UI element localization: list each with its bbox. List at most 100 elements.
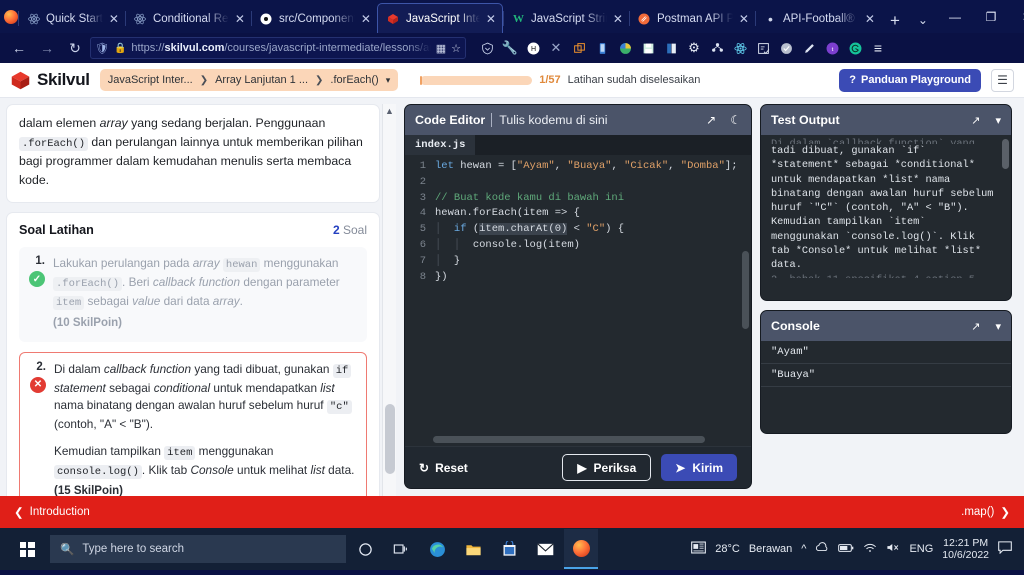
prev-lesson-label: Introduction — [29, 506, 90, 518]
clock[interactable]: 12:21 PM 10/6/2022 — [942, 537, 989, 561]
browser-tab-4[interactable]: W JavaScript String c ✕ — [502, 4, 629, 33]
save-icon[interactable] — [637, 37, 659, 59]
maximize-icon[interactable]: ❐ — [973, 0, 1009, 33]
mobile-icon[interactable] — [591, 37, 613, 59]
shield-icon[interactable]: 🛡 — [95, 42, 109, 55]
progress-bar — [420, 75, 533, 85]
generic-icon: • — [768, 10, 773, 27]
check-icon[interactable] — [775, 37, 797, 59]
people-icon[interactable] — [706, 37, 728, 59]
breadcrumb-item-0[interactable]: JavaScript Inter... — [108, 74, 193, 86]
periksa-button[interactable]: ▶ Periksa — [562, 454, 652, 481]
kirim-button[interactable]: ➤ Kirim — [661, 454, 737, 481]
chevron-down-icon[interactable]: ▾ — [995, 114, 1001, 127]
panduan-playground-button[interactable]: ? Panduan Playground — [839, 68, 981, 92]
window-icon[interactable] — [568, 37, 590, 59]
language-indicator[interactable]: ENG — [909, 543, 933, 555]
pen-icon[interactable] — [798, 37, 820, 59]
close-icon[interactable]: ✕ — [1009, 0, 1024, 33]
forward-icon[interactable]: → — [34, 36, 60, 60]
address-bar[interactable]: 🛡 🔒 https://skilvul.com/courses/javascri… — [90, 37, 466, 59]
app-menu-icon[interactable]: ≡ — [867, 37, 889, 59]
react-icon — [27, 12, 40, 25]
tab-close-icon[interactable]: ✕ — [109, 13, 119, 25]
notification-icon[interactable] — [998, 541, 1012, 557]
lesson-panel-scrollbar[interactable]: ▲ ▼ — [382, 104, 396, 508]
tab-close-icon[interactable]: ✕ — [865, 13, 875, 25]
list-all-tabs-button[interactable]: ⌄ — [909, 14, 937, 33]
form-icon[interactable] — [752, 37, 774, 59]
start-button[interactable] — [6, 528, 48, 570]
chevron-down-icon[interactable]: ▾ — [995, 320, 1001, 333]
wrench-icon[interactable]: 🔧 — [499, 37, 521, 59]
tab-close-icon[interactable]: ✕ — [361, 13, 371, 25]
test-output-scrollbar[interactable] — [1002, 139, 1009, 169]
file-tab-index-js[interactable]: index.js — [405, 135, 476, 155]
minimize-icon[interactable]: — — [937, 0, 973, 33]
edge-icon[interactable] — [420, 529, 454, 569]
code-horizontal-scrollbar[interactable] — [433, 436, 705, 443]
chevron-up-icon[interactable]: ^ — [801, 543, 806, 555]
tumblr-icon[interactable]: t — [821, 37, 843, 59]
bookmark-star-icon[interactable]: ☆ — [451, 42, 461, 55]
browser-tab-5[interactable]: Postman API Platf ✕ — [628, 4, 755, 33]
test-output-body[interactable]: Di dalam `callback function` yang tadi d… — [761, 135, 1011, 300]
wifi-icon[interactable] — [863, 542, 877, 556]
chevron-down-icon[interactable]: ▾ — [386, 75, 391, 86]
moon-icon[interactable]: ☾ — [730, 113, 741, 127]
file-explorer-icon[interactable] — [456, 529, 490, 569]
reset-button[interactable]: ↻ Reset — [419, 461, 468, 475]
new-tab-button[interactable]: + — [881, 12, 909, 33]
system-tray: 28°C Berawan ^ ENG 12:21 PM 10/6/2022 — [691, 537, 1018, 561]
grammarly-icon[interactable] — [844, 37, 866, 59]
tab-close-icon[interactable]: ✕ — [739, 13, 749, 25]
tab-close-icon[interactable]: ✕ — [486, 13, 496, 25]
expand-icon[interactable]: ↗ — [971, 320, 980, 333]
back-icon[interactable]: ← — [6, 36, 32, 60]
question-number: 1. — [35, 255, 45, 268]
prev-lesson-button[interactable]: ❮ Introduction — [14, 505, 90, 519]
code-vertical-scrollbar[interactable] — [742, 251, 749, 329]
browser-tab-3[interactable]: JavaScript Interme ✕ — [376, 3, 503, 33]
scroll-up-icon[interactable]: ▲ — [383, 104, 396, 118]
next-lesson-button[interactable]: .map() ❯ — [961, 505, 1010, 519]
scrollbar-thumb[interactable] — [385, 404, 395, 474]
book-icon[interactable] — [660, 37, 682, 59]
browser-tab-0[interactable]: Quick Start ✕ — [18, 4, 125, 33]
reload-icon[interactable]: ↻ — [62, 36, 88, 60]
battery-icon[interactable] — [838, 543, 854, 556]
store-icon[interactable] — [492, 529, 526, 569]
breadcrumb-item-2[interactable]: .forEach() — [330, 74, 378, 86]
browser-tab-2[interactable]: src/Components/ ✕ — [250, 4, 377, 33]
onedrive-icon[interactable] — [815, 541, 829, 557]
browser-tab-6[interactable]: • API-Football® - B ✕ — [754, 4, 881, 33]
colorpick-icon[interactable] — [614, 37, 636, 59]
test-output-panel: Test Output ↗ ▾ Di dalam `callback funct… — [760, 104, 1012, 301]
reader-view-icon[interactable]: ▦ — [436, 42, 446, 55]
react-devtools-icon[interactable] — [729, 37, 751, 59]
code-content: }) — [435, 270, 448, 283]
tab-close-icon[interactable]: ✕ — [235, 13, 245, 25]
lesson-intro-text: dalam elemen array yang sedang berjalan.… — [19, 116, 363, 188]
browser-tab-1[interactable]: Conditional Rende ✕ — [124, 4, 251, 33]
cortana-icon[interactable] — [348, 529, 382, 569]
hubspot-icon[interactable]: H — [522, 37, 544, 59]
expand-icon[interactable]: ↗ — [971, 114, 980, 127]
console-body[interactable]: "Ayam" "Buaya" — [761, 341, 1011, 433]
breadcrumb[interactable]: JavaScript Inter... ❯ Array Lanjutan 1 .… — [99, 69, 399, 91]
code-area[interactable]: 1 let hewan = ["Ayam", "Buaya", "Cicak", … — [405, 155, 751, 446]
search-input[interactable]: 🔍 Type here to search — [50, 535, 346, 563]
news-icon[interactable] — [691, 541, 707, 557]
expand-icon[interactable]: ↗ — [706, 113, 716, 127]
breadcrumb-item-1[interactable]: Array Lanjutan 1 ... — [215, 74, 308, 86]
mail-icon[interactable] — [528, 529, 562, 569]
x-icon[interactable]: ✕ — [545, 37, 567, 59]
tab-close-icon[interactable]: ✕ — [613, 13, 623, 25]
gear-icon[interactable]: ⚙ — [683, 37, 705, 59]
firefox-icon[interactable] — [564, 529, 598, 569]
volume-mute-icon[interactable] — [886, 542, 900, 556]
task-view-icon[interactable] — [384, 529, 418, 569]
shield-icon[interactable] — [476, 37, 498, 59]
hamburger-icon[interactable]: ☰ — [991, 68, 1014, 92]
brand-logo[interactable]: Skilvul — [10, 70, 90, 91]
